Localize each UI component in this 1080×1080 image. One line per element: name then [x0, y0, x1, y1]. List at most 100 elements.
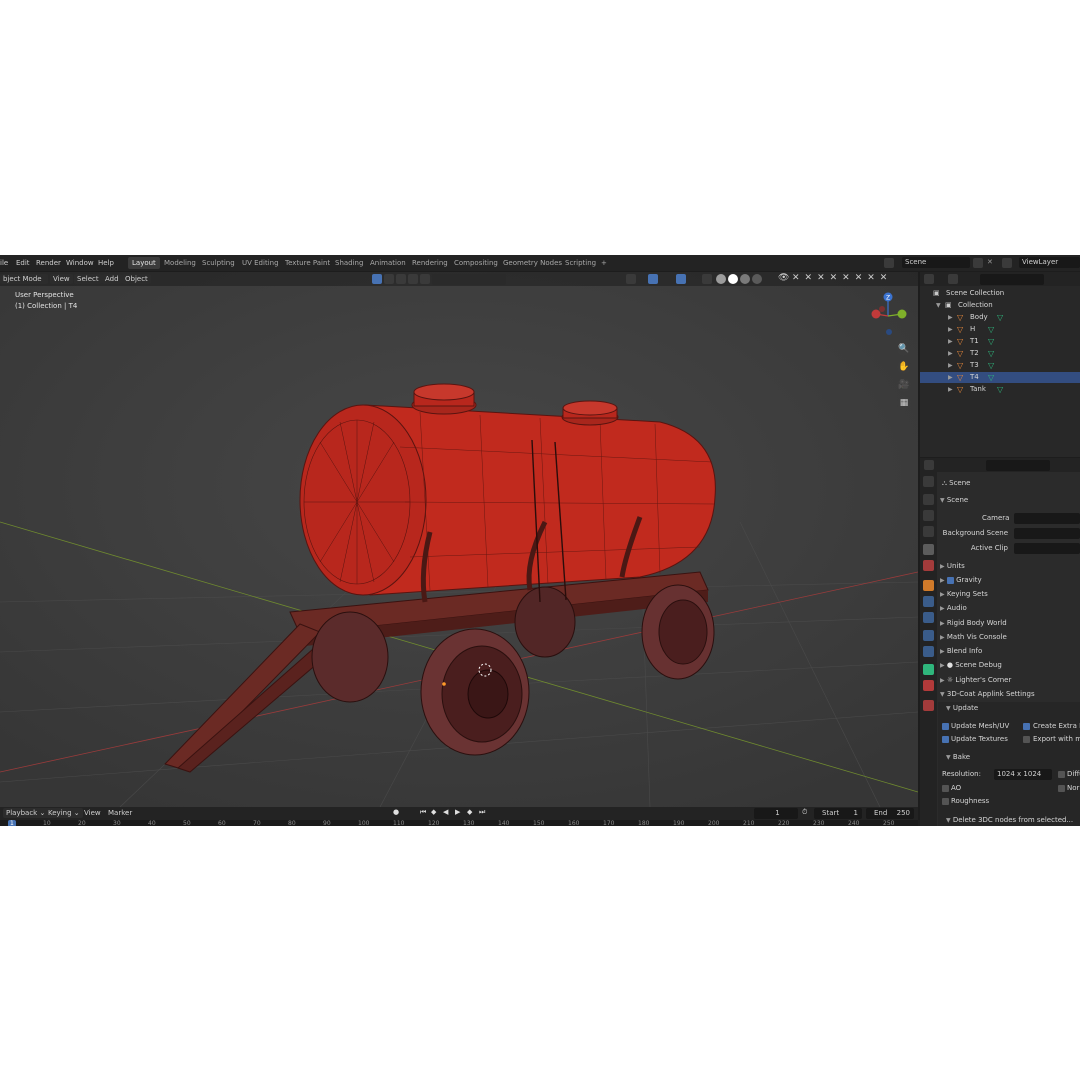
- pan-hand-icon[interactable]: ✋: [897, 360, 911, 374]
- menu-window[interactable]: Window: [66, 258, 94, 268]
- panel-blend-info[interactable]: ▶ Blend Info: [940, 646, 982, 657]
- shading-material-icon[interactable]: [740, 274, 750, 284]
- camera-field[interactable]: [1014, 513, 1080, 524]
- diffuse-checkbox[interactable]: [1058, 771, 1065, 778]
- play-reverse-icon[interactable]: ◀: [443, 808, 448, 816]
- current-frame-field[interactable]: 1: [754, 808, 798, 819]
- render-tab-icon[interactable]: [923, 494, 934, 505]
- expand-icon[interactable]: ▶: [948, 312, 953, 323]
- next-keyframe-icon[interactable]: ◆: [467, 808, 472, 816]
- tab-geometry-nodes[interactable]: Geometry Nodes: [499, 257, 566, 269]
- expand-icon[interactable]: ▶: [948, 360, 953, 371]
- tab-uv-editing[interactable]: UV Editing: [238, 257, 283, 269]
- select-subtract-icon[interactable]: [396, 274, 406, 284]
- stopwatch-icon[interactable]: ⏱: [802, 808, 807, 817]
- tool-tab-icon[interactable]: [923, 476, 934, 487]
- marker-menu[interactable]: Marker: [105, 808, 135, 818]
- start-frame-field[interactable]: Start 1: [814, 808, 862, 819]
- viewlayer-field[interactable]: ViewLayer: [1019, 257, 1080, 268]
- camera-view-icon[interactable]: 🎥: [897, 378, 911, 392]
- constraints-tab-icon[interactable]: [923, 646, 934, 657]
- panel-rigid-body-world[interactable]: ▶ Rigid Body World: [940, 618, 1007, 629]
- outliner-item-h[interactable]: ▶ ▽ H ▽: [920, 324, 1080, 335]
- viewlayer-icon[interactable]: [1002, 258, 1012, 268]
- tab-compositing[interactable]: Compositing: [450, 257, 502, 269]
- modifier-tab-icon[interactable]: [923, 596, 934, 607]
- expand-icon[interactable]: ▶: [948, 372, 953, 383]
- delete-3dc-nodes-button[interactable]: ▼ Delete 3DC nodes from selected...: [946, 815, 1073, 826]
- jump-start-icon[interactable]: ⏮: [420, 808, 426, 817]
- export-with-checkbox[interactable]: [1023, 736, 1030, 743]
- panel-math-vis-console[interactable]: ▶ Math Vis Console: [940, 632, 1007, 643]
- outliner-item-t1[interactable]: ▶ ▽ T1 ▽: [920, 336, 1080, 347]
- outliner-scene-collection[interactable]: ▣ Scene Collection: [920, 288, 1080, 299]
- create-extra-checkbox[interactable]: [1023, 723, 1030, 730]
- outliner-collection[interactable]: ▼ ▣ Collection: [920, 300, 1080, 311]
- panel-audio[interactable]: ▶ Audio: [940, 603, 967, 614]
- jump-end-icon[interactable]: ⏭: [479, 808, 485, 817]
- panel-gravity[interactable]: ▶ Gravity: [940, 575, 982, 586]
- shading-rendered-icon[interactable]: [752, 274, 762, 284]
- snap-icon[interactable]: [648, 274, 658, 284]
- play-icon[interactable]: ▶: [455, 808, 460, 816]
- outliner-item-t4[interactable]: ▶ ▽ T4 ▽: [920, 372, 1080, 383]
- timeline-ruler[interactable]: 1 10 20 30 40 50 60 70 80 90 100 110 120 130 140 150 160…: [0, 820, 918, 826]
- tab-animation[interactable]: Animation: [366, 257, 410, 269]
- menu-edit[interactable]: Edit: [16, 258, 30, 268]
- scene-field[interactable]: Scene: [902, 257, 970, 268]
- mode-selector[interactable]: bject Mode: [0, 274, 48, 284]
- menu-render[interactable]: Render: [36, 258, 61, 268]
- outliner-item-body[interactable]: ▶ ▽ Body ▽: [920, 312, 1080, 323]
- proportional-edit-icon[interactable]: [676, 274, 686, 284]
- update-mesh-checkbox[interactable]: [942, 723, 949, 730]
- material-tab-icon[interactable]: [923, 680, 934, 691]
- xray-icon[interactable]: [702, 274, 712, 284]
- search-field[interactable]: [432, 274, 506, 285]
- timeline-view-menu[interactable]: View: [81, 808, 104, 818]
- object-tab-icon[interactable]: [923, 580, 934, 591]
- menu-help[interactable]: Help: [98, 258, 114, 268]
- tab-shading[interactable]: Shading: [331, 257, 367, 269]
- update-textures-checkbox[interactable]: [942, 736, 949, 743]
- zoom-icon[interactable]: 🔍: [897, 342, 911, 356]
- tab-scripting[interactable]: Scripting: [561, 257, 600, 269]
- resolution-dropdown[interactable]: 1024 x 1024: [994, 769, 1052, 780]
- world-tab-icon[interactable]: [923, 560, 934, 571]
- new-scene-icon[interactable]: [973, 258, 983, 268]
- tab-texture-paint[interactable]: Texture Paint: [281, 257, 334, 269]
- expand-icon[interactable]: ▶: [948, 348, 953, 359]
- outliner-item-tank[interactable]: ▶ ▽ Tank ▽: [920, 384, 1080, 395]
- transform-orientation-icon[interactable]: [626, 274, 636, 284]
- particles-tab-icon[interactable]: [923, 612, 934, 623]
- playback-menu[interactable]: Playback ⌄: [3, 808, 49, 818]
- scene-icon[interactable]: [884, 258, 894, 268]
- view-menu[interactable]: View: [50, 274, 73, 284]
- panel-lighters-corner[interactable]: ▶ ☼ Lighter's Corner: [940, 675, 1011, 686]
- keying-menu[interactable]: Keying ⌄: [45, 808, 83, 818]
- expand-icon[interactable]: ▶: [948, 336, 953, 347]
- select-intersect-icon[interactable]: [420, 274, 430, 284]
- properties-editor-icon[interactable]: [924, 460, 934, 470]
- select-box-icon[interactable]: [372, 274, 382, 284]
- roughness-checkbox[interactable]: [942, 798, 949, 805]
- tab-rendering[interactable]: Rendering: [408, 257, 452, 269]
- update-subpanel[interactable]: ▼ Update: [946, 703, 978, 714]
- prev-keyframe-icon[interactable]: ◆: [431, 808, 436, 816]
- view-layer-tab-icon[interactable]: [923, 526, 934, 537]
- select-menu[interactable]: Select: [74, 274, 102, 284]
- display-mode-icon[interactable]: [948, 274, 958, 284]
- 3d-viewport[interactable]: bject Mode View Select Add Object 👁 ✕✕✕✕…: [0, 272, 918, 807]
- scene-tab-icon[interactable]: [923, 544, 934, 555]
- panel-scene-debug[interactable]: ▶ ● Scene Debug: [940, 660, 1002, 671]
- toggle-x-icons[interactable]: ✕✕✕✕✕✕✕✕: [792, 273, 892, 283]
- navigation-gizmo[interactable]: Z: [866, 292, 912, 338]
- panel-units[interactable]: ▶ Units: [940, 561, 965, 572]
- ortho-grid-icon[interactable]: ▦: [897, 396, 911, 410]
- properties-search-input[interactable]: [986, 460, 1050, 471]
- expand-icon[interactable]: ▶: [948, 324, 953, 335]
- active-clip-field[interactable]: [1014, 543, 1080, 554]
- normal-checkbox[interactable]: [1058, 785, 1065, 792]
- panel-3dcoat-applink[interactable]: ▼ 3D-Coat Applink Settings: [940, 689, 1035, 700]
- add-workspace-button[interactable]: +: [597, 257, 611, 269]
- ao-checkbox[interactable]: [942, 785, 949, 792]
